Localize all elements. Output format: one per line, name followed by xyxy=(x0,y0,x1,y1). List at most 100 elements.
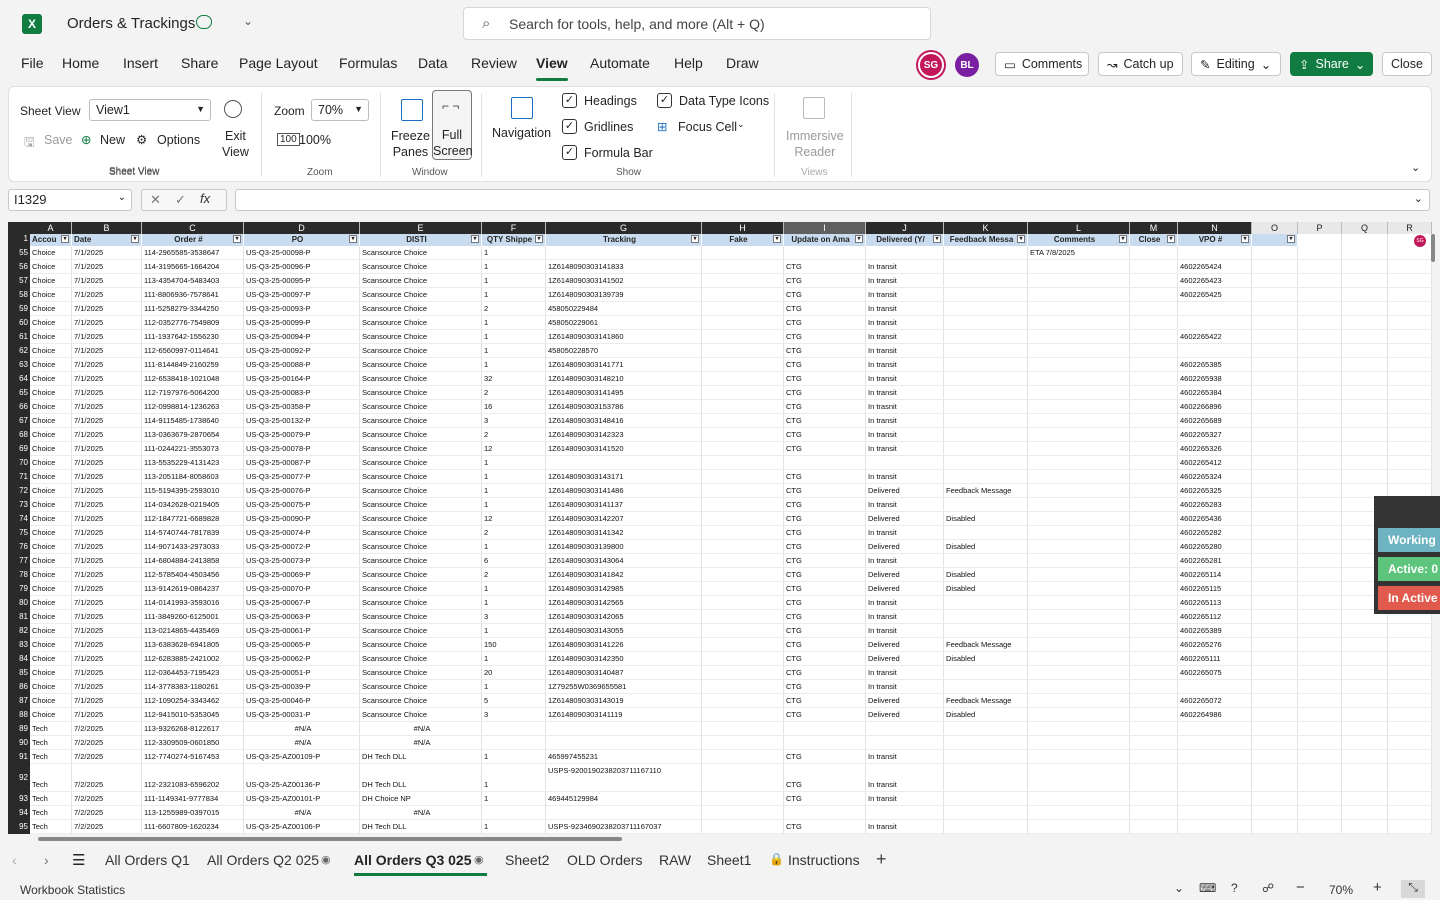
table-cell[interactable]: #N/A xyxy=(244,806,360,820)
table-header-cell[interactable]: Update on Ama ▾ xyxy=(784,234,866,246)
table-cell[interactable]: 4602265422 xyxy=(1178,330,1252,344)
table-cell[interactable]: US-Q3-25-AZ00106-P xyxy=(244,820,360,834)
table-cell[interactable]: Scansource Choice xyxy=(360,470,482,484)
table-cell[interactable]: CTG xyxy=(784,512,866,526)
table-cell[interactable]: 112-0998814-1236263 xyxy=(142,400,244,414)
table-cell[interactable]: 4602266896 xyxy=(1178,400,1252,414)
table-cell[interactable]: 7/1/2025 xyxy=(72,358,142,372)
table-cell[interactable]: 4602265412 xyxy=(1178,456,1252,470)
table-cell[interactable]: 111-8144849-2160259 xyxy=(142,358,244,372)
table-cell[interactable]: In transit xyxy=(866,288,944,302)
table-header-cell[interactable]: Date ▾ xyxy=(72,234,142,246)
table-cell[interactable]: 1Z6148090303141495 xyxy=(546,386,702,400)
table-cell[interactable]: Scansource Choice xyxy=(360,554,482,568)
table-cell[interactable]: CTG xyxy=(784,554,866,568)
table-cell[interactable]: 1 xyxy=(482,260,546,274)
table-header-cell[interactable]: ▾ xyxy=(1252,234,1298,246)
table-cell[interactable]: CTG xyxy=(784,386,866,400)
filter-dropdown-icon[interactable]: ▾ xyxy=(131,235,139,243)
table-cell[interactable]: US-Q3-25-00358-P xyxy=(244,400,360,414)
table-cell[interactable]: Choice xyxy=(30,638,72,652)
share-button[interactable]: ⇪ Share ⌄ xyxy=(1290,52,1373,76)
table-cell[interactable]: Scansource Choice xyxy=(360,330,482,344)
table-cell[interactable]: 1Z6148090303140487 xyxy=(546,666,702,680)
help-icon[interactable]: ? xyxy=(1231,881,1238,895)
table-cell[interactable]: Choice xyxy=(30,680,72,694)
chevron-down-icon[interactable]: ⌄ xyxy=(1414,192,1423,205)
table-cell[interactable]: CTG xyxy=(784,428,866,442)
column-header-n[interactable]: N xyxy=(1178,222,1252,234)
table-cell[interactable]: Choice xyxy=(30,428,72,442)
column-header-r[interactable]: R xyxy=(1388,222,1432,234)
table-cell[interactable]: 112-1090254-3343462 xyxy=(142,694,244,708)
table-cell[interactable]: Scansource Choice xyxy=(360,372,482,386)
filter-dropdown-icon[interactable]: ▾ xyxy=(1287,235,1295,243)
table-cell[interactable]: 1 xyxy=(482,750,546,764)
table-cell[interactable]: 1Z6148090303141771 xyxy=(546,358,702,372)
table-cell[interactable]: US-Q3-25-00093-P xyxy=(244,302,360,316)
table-cell[interactable]: 1Z6148090303139800 xyxy=(546,540,702,554)
column-header-i[interactable]: I xyxy=(784,222,866,234)
table-cell[interactable]: CTG xyxy=(784,288,866,302)
table-cell[interactable]: 114-3778383-1180261 xyxy=(142,680,244,694)
table-cell[interactable]: Scansource Choice xyxy=(360,260,482,274)
table-cell[interactable]: Scansource Choice xyxy=(360,666,482,680)
menu-formulas[interactable]: Formulas xyxy=(339,55,397,71)
table-cell[interactable]: 1 xyxy=(482,456,546,470)
table-cell[interactable]: US-Q3-25-00074-P xyxy=(244,526,360,540)
table-cell[interactable]: In transit xyxy=(866,820,944,834)
table-cell[interactable]: US-Q3-25-00095-P xyxy=(244,274,360,288)
table-cell[interactable]: In transit xyxy=(866,792,944,806)
table-cell[interactable]: 5 xyxy=(482,694,546,708)
column-header-l[interactable]: L xyxy=(1028,222,1130,234)
table-cell[interactable]: Scansource Choice xyxy=(360,358,482,372)
table-cell[interactable]: US-Q3-25-00062-P xyxy=(244,652,360,666)
table-cell[interactable]: 7/2/2025 xyxy=(72,778,142,792)
table-cell[interactable]: 1 xyxy=(482,596,546,610)
table-cell[interactable]: US-Q3-25-00079-P xyxy=(244,428,360,442)
table-cell[interactable]: 112-0352776-7549809 xyxy=(142,316,244,330)
table-cell[interactable]: 1 xyxy=(482,274,546,288)
table-cell[interactable]: 4602265425 xyxy=(1178,288,1252,302)
table-cell[interactable]: Scansource Choice xyxy=(360,442,482,456)
column-header-d[interactable]: D xyxy=(244,222,360,234)
row-header[interactable]: 91 xyxy=(8,750,30,764)
table-cell[interactable]: 1Z6148090303141860 xyxy=(546,330,702,344)
table-cell[interactable]: 114-0342628-0219405 xyxy=(142,498,244,512)
row-header[interactable]: 79 xyxy=(8,582,30,596)
table-cell[interactable]: Tech xyxy=(30,806,72,820)
table-cell[interactable]: US-Q3-25-AZ00101-P xyxy=(244,792,360,806)
table-cell[interactable]: Scansource Choice xyxy=(360,456,482,470)
table-cell[interactable]: 113-2051184-8058603 xyxy=(142,470,244,484)
table-cell[interactable]: USPS-9200190238203711167110 xyxy=(546,764,702,778)
table-cell[interactable]: In transit xyxy=(866,372,944,386)
table-cell[interactable]: In transit xyxy=(866,260,944,274)
table-cell[interactable]: Choice xyxy=(30,554,72,568)
table-cell[interactable]: US-Q3-25-00132-P xyxy=(244,414,360,428)
table-cell[interactable]: 7/1/2025 xyxy=(72,694,142,708)
table-cell[interactable]: Choice xyxy=(30,498,72,512)
cancel-icon[interactable]: ✕ xyxy=(150,192,161,208)
table-cell[interactable]: 7/1/2025 xyxy=(72,708,142,722)
table-cell[interactable]: 1 xyxy=(482,582,546,596)
table-cell[interactable]: 1Z6148090303141342 xyxy=(546,526,702,540)
table-cell[interactable]: CTG xyxy=(784,274,866,288)
table-cell[interactable]: 2 xyxy=(482,568,546,582)
table-cell[interactable]: Tech xyxy=(30,750,72,764)
table-cell[interactable]: 1Z6148090303142350 xyxy=(546,652,702,666)
table-cell[interactable]: 113-1255989-0397015 xyxy=(142,806,244,820)
table-cell[interactable]: 7/1/2025 xyxy=(72,526,142,540)
table-cell[interactable]: 7/1/2025 xyxy=(72,652,142,666)
zoom-in-icon[interactable]: + xyxy=(1373,879,1382,896)
table-cell[interactable]: US-Q3-25-00039-P xyxy=(244,680,360,694)
horizontal-scrollbar[interactable] xyxy=(8,834,1432,844)
table-cell[interactable]: Delivered xyxy=(866,652,944,666)
table-cell[interactable]: 1Z6148090303148210 xyxy=(546,372,702,386)
table-cell[interactable]: 1 xyxy=(482,624,546,638)
table-cell[interactable]: 4602265111 xyxy=(1178,652,1252,666)
table-cell[interactable]: 7/1/2025 xyxy=(72,302,142,316)
table-cell[interactable]: 112-6283885-2421002 xyxy=(142,652,244,666)
table-cell[interactable]: Choice xyxy=(30,246,72,260)
filter-dropdown-icon[interactable]: ▾ xyxy=(933,235,941,243)
row-header[interactable]: 57 xyxy=(8,274,30,288)
